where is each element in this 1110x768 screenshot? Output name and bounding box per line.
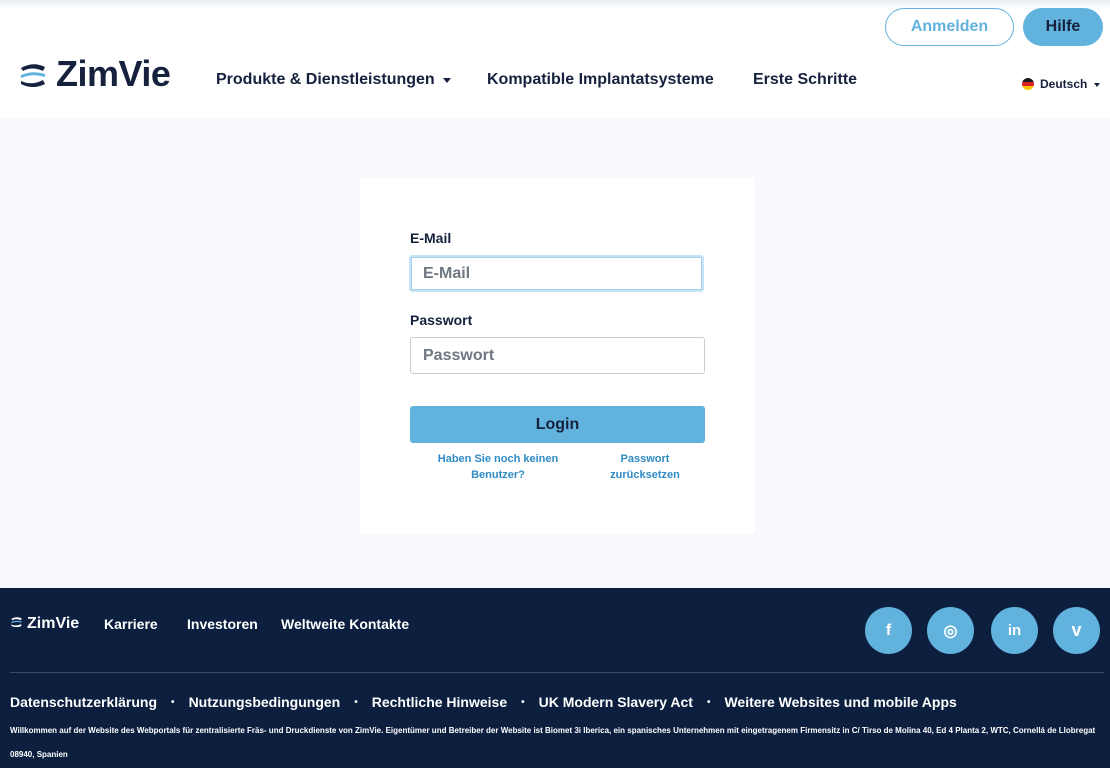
- footer-link-investors[interactable]: Investoren: [187, 616, 258, 632]
- login-card: E-Mail Passwort Login Haben Sie noch kei…: [360, 177, 755, 534]
- reset-link-line2: zurücksetzen: [610, 469, 680, 481]
- chevron-down-icon: [442, 78, 451, 83]
- legal-links: Datenschutzerklärung • Nutzungsbedingung…: [10, 694, 957, 710]
- instagram-icon[interactable]: ◎: [927, 607, 974, 654]
- language-selector[interactable]: Deutsch: [1022, 77, 1101, 91]
- zimvie-logo-mark-icon: [18, 59, 48, 89]
- email-label: E-Mail: [410, 230, 452, 246]
- logo-text: ZimVie: [56, 53, 171, 94]
- linkedin-icon[interactable]: in: [991, 607, 1038, 654]
- nav-item-compatible-implants[interactable]: Kompatible Implantatsysteme: [487, 71, 714, 89]
- german-flag-icon: [1022, 78, 1034, 90]
- legal-link-modern-slavery[interactable]: UK Modern Slavery Act: [539, 694, 693, 710]
- legal-link-terms[interactable]: Nutzungsbedingungen: [189, 694, 341, 710]
- zimvie-logo[interactable]: ZimVie: [18, 53, 171, 94]
- legal-separator: •: [521, 696, 525, 708]
- language-label: Deutsch: [1040, 77, 1088, 91]
- register-link-line1: Haben Sie noch keinen: [437, 453, 559, 465]
- footer-link-careers[interactable]: Karriere: [104, 616, 158, 632]
- nav-item-products[interactable]: Produkte & Dienstleistungen: [216, 71, 451, 89]
- footer-legal-notice: Willkommen auf der Website des Webportal…: [10, 726, 1096, 759]
- register-link[interactable]: Haben Sie noch keinen Benutzer?: [430, 451, 566, 483]
- site-footer: ZimVie Karriere Investoren Weltweite Kon…: [0, 588, 1110, 768]
- footer-divider: [10, 672, 1104, 673]
- reset-password-link[interactable]: Passwort zurücksetzen: [600, 451, 690, 483]
- footer-logo-text: ZimVie: [27, 615, 80, 632]
- register-link-line2: Benutzer?: [471, 469, 525, 481]
- legal-link-other-websites[interactable]: Weitere Websites und mobile Apps: [724, 694, 956, 710]
- footer-logo[interactable]: ZimVie: [10, 615, 79, 633]
- sign-in-button[interactable]: Anmelden: [885, 8, 1014, 46]
- chevron-down-icon: [1094, 82, 1101, 87]
- zimvie-logo-mark-icon: [10, 615, 23, 633]
- vimeo-icon[interactable]: v: [1053, 607, 1100, 654]
- password-field[interactable]: [410, 337, 705, 374]
- email-field[interactable]: [409, 255, 704, 292]
- help-button[interactable]: Hilfe: [1023, 8, 1103, 46]
- legal-separator: •: [354, 696, 358, 708]
- legal-separator: •: [171, 696, 175, 708]
- legal-separator: •: [706, 696, 711, 708]
- legal-link-legal-notice[interactable]: Rechtliche Hinweise: [372, 694, 507, 710]
- footer-link-contacts[interactable]: Weltweite Kontakte: [281, 616, 409, 632]
- nav-item-products-label: Produkte & Dienstleistungen: [216, 71, 435, 88]
- login-button[interactable]: Login: [410, 406, 705, 443]
- reset-link-line1: Passwort: [620, 453, 670, 465]
- nav-item-getting-started[interactable]: Erste Schritte: [753, 71, 857, 89]
- facebook-icon[interactable]: f: [865, 607, 912, 654]
- password-label: Passwort: [410, 312, 473, 328]
- legal-link-privacy[interactable]: Datenschutzerklärung: [10, 694, 157, 710]
- site-header: Anmelden Hilfe ZimVie Produkte & Dienstl…: [0, 0, 1110, 118]
